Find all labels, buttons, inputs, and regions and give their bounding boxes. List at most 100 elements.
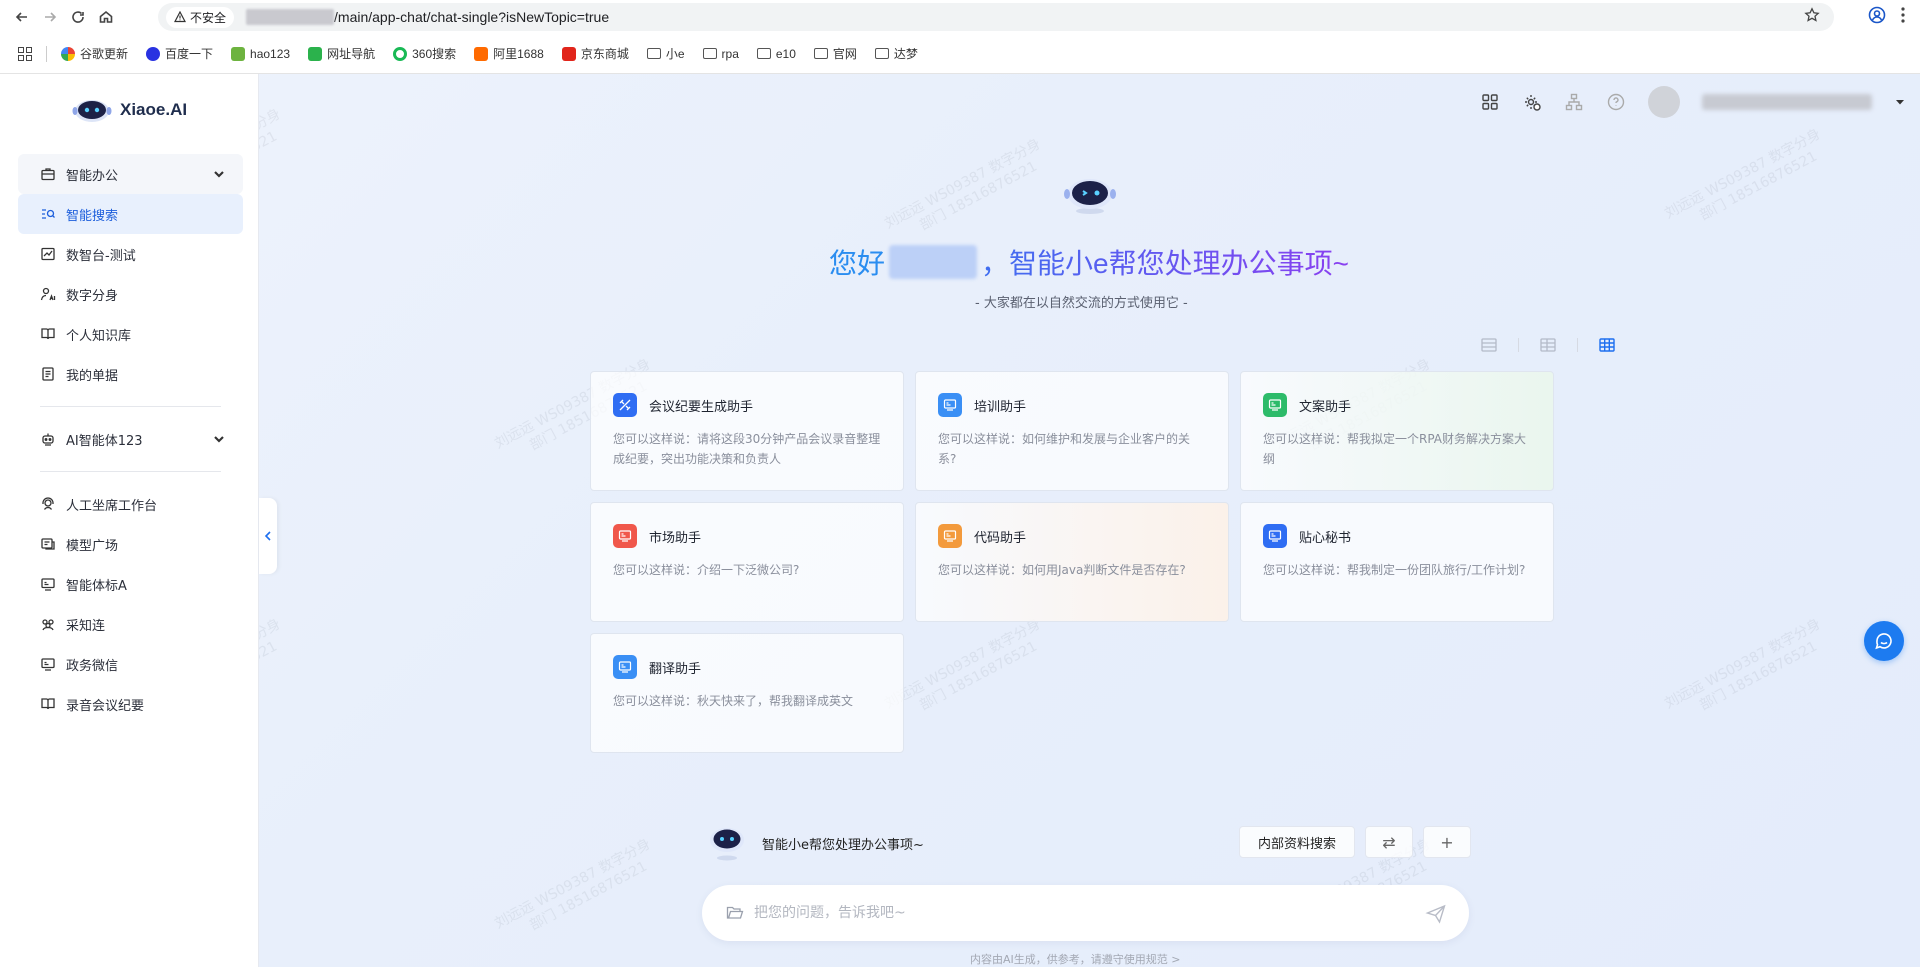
sidebar-item-gov-wechat[interactable]: 政务微信 bbox=[18, 644, 243, 684]
sidebar-item-data-platform[interactable]: 数智台-测试 bbox=[18, 234, 243, 274]
watermark: 刘远远 WS09387 数字分身部门 18516876521 bbox=[1662, 126, 1824, 224]
sidebar-item-meeting-minutes[interactable]: 录音会议纪要 bbox=[18, 684, 243, 724]
browser-menu-icon[interactable] bbox=[1896, 6, 1910, 28]
robot-logo-icon bbox=[72, 100, 112, 122]
sidebar-collapse-button[interactable] bbox=[259, 498, 277, 574]
card-desc: 您可以这样说：介绍一下泛微公司? bbox=[613, 563, 800, 577]
assistant-tagline: 智能小e帮您处理办公事项~ bbox=[762, 837, 924, 853]
hero-greeting: 您好 ，智能小e帮您处理办公事项~ bbox=[829, 242, 1349, 282]
sidebar-item-model-plaza[interactable]: 模型广场 bbox=[18, 524, 243, 564]
send-icon[interactable] bbox=[1425, 903, 1447, 925]
house-icon bbox=[308, 46, 323, 61]
card-title: 市场助手 bbox=[649, 530, 702, 546]
assistant-card[interactable]: 文案助手 您可以这样说：帮我拟定一个RPA财务解决方案大纲 bbox=[1240, 371, 1554, 491]
profile-icon[interactable] bbox=[1868, 6, 1886, 28]
card-title: 代码助手 bbox=[974, 530, 1027, 546]
360-icon bbox=[393, 46, 408, 61]
folder-icon bbox=[813, 48, 828, 59]
home-icon[interactable] bbox=[92, 3, 120, 31]
bookmark-star-icon[interactable] bbox=[1804, 7, 1820, 27]
assistant-card[interactable]: 翻译助手 您可以这样说：秋天快来了，帮我翻译成英文 bbox=[590, 633, 904, 753]
bookmark-item[interactable]: 360搜索 bbox=[393, 45, 456, 62]
bookmark-item[interactable]: 网址导航 bbox=[308, 45, 375, 62]
assistant-card[interactable]: 贴心秘书 您可以这样说：帮我制定一份团队旅行/工作计划? bbox=[1240, 502, 1554, 622]
bookmark-item[interactable]: 百度一下 bbox=[146, 45, 213, 62]
internal-search-button[interactable]: 内部资料搜索 bbox=[1239, 826, 1355, 858]
org-chart-icon[interactable] bbox=[1564, 92, 1584, 112]
security-badge[interactable]: 不安全 bbox=[166, 6, 235, 28]
bookmarks-separator bbox=[46, 45, 47, 62]
sidebar-item-knowledge-base[interactable]: 个人知识库 bbox=[18, 314, 243, 354]
assistant-card[interactable]: 市场助手 您可以这样说：介绍一下泛微公司? bbox=[590, 502, 904, 622]
watermark: 刘远远 WS09387 数字分身部门 18516876521 bbox=[1662, 616, 1824, 714]
assistant-row: 智能小e帮您处理办公事项~ 内部资料搜索 ⇄ + bbox=[706, 825, 1471, 861]
grid-view-icon[interactable] bbox=[1598, 336, 1616, 354]
briefcase-icon bbox=[41, 168, 55, 181]
chat-input[interactable] bbox=[754, 905, 1394, 921]
back-icon[interactable] bbox=[8, 3, 36, 31]
apps-grid-icon[interactable] bbox=[18, 46, 32, 61]
hero-subtitle: - 大家都在以自然交流的方式使用它 - bbox=[975, 296, 1188, 311]
monitor-icon bbox=[938, 524, 962, 548]
reload-icon[interactable] bbox=[64, 3, 92, 31]
bookmark-folder[interactable]: 小e bbox=[646, 45, 685, 62]
sidebar-item-smart-search[interactable]: 智能搜索 bbox=[18, 194, 243, 234]
monitor-icon bbox=[1263, 524, 1287, 548]
sidebar-group-smart-office[interactable]: 智能办公 bbox=[18, 154, 243, 194]
sidebar-item-my-documents[interactable]: 我的单据 bbox=[18, 354, 243, 394]
bookmark-item[interactable]: 阿里1688 bbox=[474, 45, 544, 62]
bookmark-item[interactable]: hao123 bbox=[231, 46, 290, 61]
sidebar-item-label: 智能体标A bbox=[66, 578, 127, 594]
bookmark-folder[interactable]: 官网 bbox=[813, 45, 857, 62]
sidebar-group-ai-agents[interactable]: AI智能体123 bbox=[18, 419, 243, 459]
card-desc: 您可以这样说：请将这段30分钟产品会议录音整理成纪要，突出功能决策和负责人 bbox=[613, 432, 881, 466]
sidebar-item-digital-avatar[interactable]: 数字分身 bbox=[18, 274, 243, 314]
sidebar-item-agent-a[interactable]: 智能体标A bbox=[18, 564, 243, 604]
search-list-icon bbox=[42, 209, 55, 219]
top-toolbar bbox=[1480, 74, 1920, 130]
user-name-redacted[interactable] bbox=[1702, 94, 1872, 110]
bookmark-folder[interactable]: e10 bbox=[756, 47, 796, 61]
help-icon[interactable] bbox=[1606, 92, 1626, 112]
app-main: 刘远远 WS09387 数字分身 部门 18516876521 刘远远 WS093… bbox=[0, 74, 1920, 967]
new-topic-button[interactable]: + bbox=[1423, 826, 1471, 858]
baidu-paw-icon bbox=[146, 46, 161, 61]
brand-name: Xiaoe.AI bbox=[120, 100, 188, 119]
sidebar-item-label: 数字分身 bbox=[66, 288, 119, 304]
monitor-icon bbox=[613, 524, 637, 548]
assistant-card[interactable]: 会议纪要生成助手 您可以这样说：请将这段30分钟产品会议录音整理成纪要，突出功能… bbox=[590, 371, 904, 491]
monitor-icon bbox=[1263, 393, 1287, 417]
address-bar[interactable]: 不安全 /main/app-chat/chat-single?isNewTopi… bbox=[158, 3, 1834, 31]
sidebar-divider bbox=[40, 471, 221, 472]
folder-open-icon[interactable] bbox=[726, 905, 744, 921]
avatar[interactable] bbox=[1648, 86, 1680, 118]
customer-service-button[interactable] bbox=[1864, 621, 1904, 661]
swap-button[interactable]: ⇄ bbox=[1365, 826, 1413, 858]
sidebar-item-label: 人工坐席工作台 bbox=[66, 498, 158, 514]
document-icon bbox=[42, 367, 54, 381]
bookmark-folder[interactable]: 达梦 bbox=[874, 45, 918, 62]
view-switcher bbox=[1480, 336, 1616, 354]
team-icon bbox=[42, 619, 54, 631]
settings-icon[interactable] bbox=[1522, 92, 1542, 112]
table-view-icon[interactable] bbox=[1539, 336, 1557, 354]
bookmark-item[interactable]: 京东商城 bbox=[561, 45, 629, 62]
insecure-label: 不安全 bbox=[190, 10, 227, 25]
apps-icon[interactable] bbox=[1480, 92, 1500, 112]
forward-icon[interactable] bbox=[36, 3, 64, 31]
bookmark-folder[interactable]: rpa bbox=[702, 47, 739, 61]
list-view-icon[interactable] bbox=[1480, 336, 1498, 354]
card-title: 贴心秘书 bbox=[1299, 530, 1352, 546]
sidebar-item-agent-workbench[interactable]: 人工坐席工作台 bbox=[18, 484, 243, 524]
assistant-card[interactable]: 培训助手 您可以这样说：如何维护和发展与企业客户的关系? bbox=[915, 371, 1229, 491]
monitor-icon bbox=[613, 655, 637, 679]
sidebar-item-caizhilian[interactable]: 采知连 bbox=[18, 604, 243, 644]
watermark: 刘远远 WS09387 数字分身部门 18516876521 bbox=[492, 836, 654, 934]
bookmark-item[interactable]: 谷歌更新 bbox=[61, 45, 128, 62]
caret-down-icon[interactable] bbox=[1894, 96, 1906, 108]
ai-disclaimer[interactable]: 内容由AI生成，供参考，请遵守使用规范 > bbox=[970, 951, 1180, 967]
assistant-card[interactable]: 代码助手 您可以这样说：如何用Java判断文件是否存在? bbox=[915, 502, 1229, 622]
brand-logo[interactable]: Xiaoe.AI bbox=[72, 96, 187, 124]
warning-icon bbox=[174, 11, 186, 23]
view-separator bbox=[1577, 338, 1578, 352]
